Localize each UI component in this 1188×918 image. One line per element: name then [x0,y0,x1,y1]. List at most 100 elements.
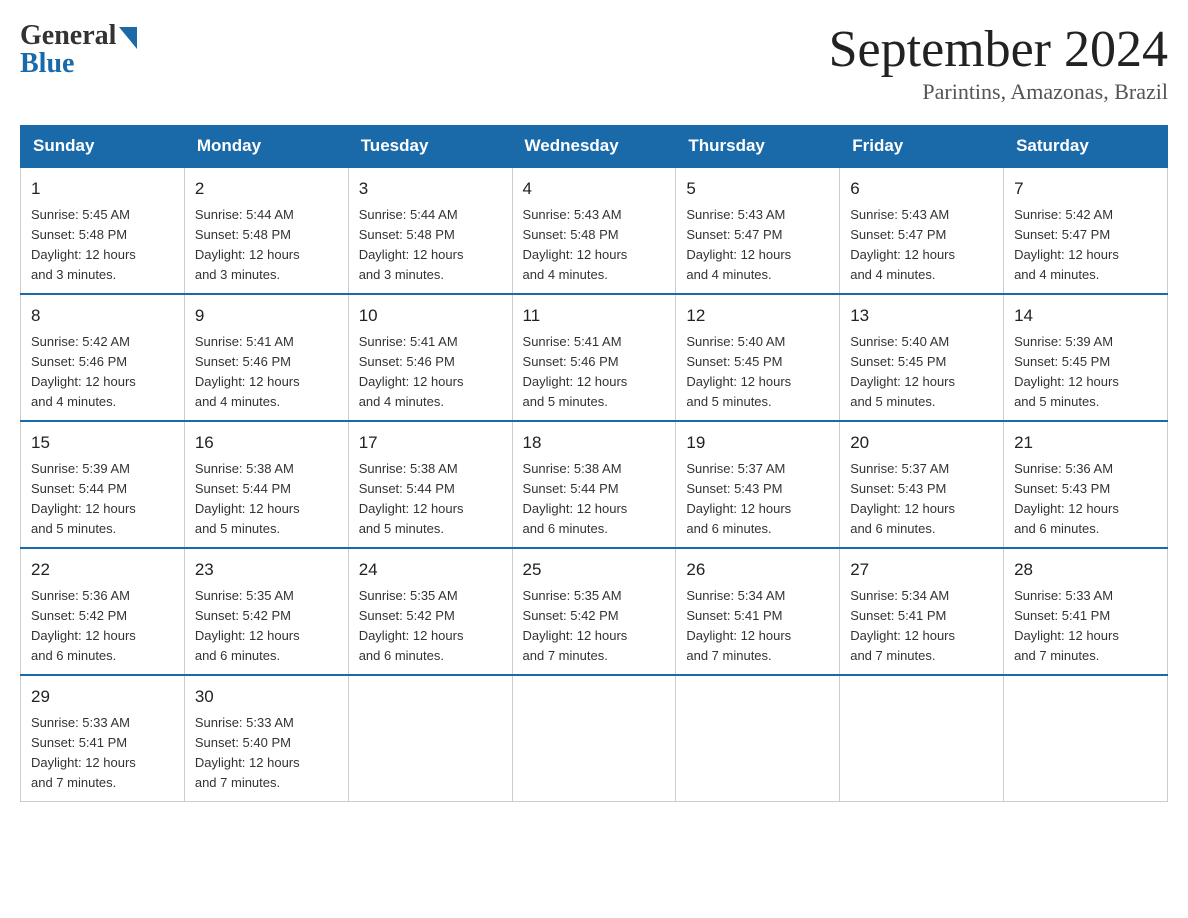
calendar-week-2: 8 Sunrise: 5:42 AMSunset: 5:46 PMDaylight… [21,294,1168,421]
calendar-cell: 17Sunrise: 5:38 AMSunset: 5:44 PMDayligh… [348,421,512,548]
calendar-cell [348,675,512,802]
day-info: Sunrise: 5:43 AMSunset: 5:47 PMDaylight:… [686,205,829,286]
day-info: Sunrise: 5:37 AMSunset: 5:43 PMDaylight:… [686,459,829,540]
calendar-cell: 9 Sunrise: 5:41 AMSunset: 5:46 PMDaylight… [184,294,348,421]
day-number: 12 [686,303,829,329]
day-number: 7 [1014,176,1157,202]
calendar-cell: 19 Sunrise: 5:37 AMSunset: 5:43 PMDayligh… [676,421,840,548]
day-info: Sunrise: 5:40 AMSunset: 5:45 PMDaylight:… [850,332,993,413]
day-info: Sunrise: 5:39 AMSunset: 5:45 PMDaylight:… [1014,332,1157,413]
calendar-cell: 25Sunrise: 5:35 AMSunset: 5:42 PMDayligh… [512,548,676,675]
day-info: Sunrise: 5:36 AMSunset: 5:42 PMDaylight:… [31,586,174,667]
day-number: 5 [686,176,829,202]
calendar-cell: 29Sunrise: 5:33 AMSunset: 5:41 PMDayligh… [21,675,185,802]
day-info: Sunrise: 5:38 AMSunset: 5:44 PMDaylight:… [359,459,502,540]
day-info: Sunrise: 5:42 AMSunset: 5:46 PMDaylight:… [31,332,174,413]
calendar-body: 1 Sunrise: 5:45 AMSunset: 5:48 PMDaylight… [21,167,1168,802]
calendar-cell: 20 Sunrise: 5:37 AMSunset: 5:43 PMDayligh… [840,421,1004,548]
day-info: Sunrise: 5:37 AMSunset: 5:43 PMDaylight:… [850,459,993,540]
header-tuesday: Tuesday [348,126,512,168]
day-number: 8 [31,303,174,329]
day-info: Sunrise: 5:43 AMSunset: 5:47 PMDaylight:… [850,205,993,286]
day-info: Sunrise: 5:44 AMSunset: 5:48 PMDaylight:… [359,205,502,286]
day-number: 6 [850,176,993,202]
day-info: Sunrise: 5:36 AMSunset: 5:43 PMDaylight:… [1014,459,1157,540]
calendar-cell: 8 Sunrise: 5:42 AMSunset: 5:46 PMDaylight… [21,294,185,421]
calendar-cell: 7 Sunrise: 5:42 AMSunset: 5:47 PMDaylight… [1004,167,1168,294]
calendar-cell: 1 Sunrise: 5:45 AMSunset: 5:48 PMDaylight… [21,167,185,294]
day-number: 16 [195,430,338,456]
day-number: 14 [1014,303,1157,329]
day-number: 2 [195,176,338,202]
calendar-cell: 28 Sunrise: 5:33 AMSunset: 5:41 PMDayligh… [1004,548,1168,675]
day-number: 28 [1014,557,1157,583]
calendar-cell: 2Sunrise: 5:44 AMSunset: 5:48 PMDaylight… [184,167,348,294]
calendar-cell: 16 Sunrise: 5:38 AMSunset: 5:44 PMDayligh… [184,421,348,548]
day-number: 27 [850,557,993,583]
header-sunday: Sunday [21,126,185,168]
day-number: 30 [195,684,338,710]
day-info: Sunrise: 5:33 AMSunset: 5:41 PMDaylight:… [1014,586,1157,667]
day-info: Sunrise: 5:34 AMSunset: 5:41 PMDaylight:… [686,586,829,667]
calendar-cell: 3Sunrise: 5:44 AMSunset: 5:48 PMDaylight… [348,167,512,294]
day-info: Sunrise: 5:42 AMSunset: 5:47 PMDaylight:… [1014,205,1157,286]
day-info: Sunrise: 5:34 AMSunset: 5:41 PMDaylight:… [850,586,993,667]
calendar-cell: 12Sunrise: 5:40 AMSunset: 5:45 PMDayligh… [676,294,840,421]
header-thursday: Thursday [676,126,840,168]
calendar-table: SundayMondayTuesdayWednesdayThursdayFrid… [20,125,1168,802]
calendar-cell: 4Sunrise: 5:43 AMSunset: 5:48 PMDaylight… [512,167,676,294]
location-title: Parintins, Amazonas, Brazil [829,79,1168,105]
day-number: 11 [523,303,666,329]
day-number: 13 [850,303,993,329]
day-number: 26 [686,557,829,583]
day-number: 1 [31,176,174,202]
calendar-week-1: 1 Sunrise: 5:45 AMSunset: 5:48 PMDaylight… [21,167,1168,294]
day-number: 18 [523,430,666,456]
day-info: Sunrise: 5:41 AMSunset: 5:46 PMDaylight:… [359,332,502,413]
header-friday: Friday [840,126,1004,168]
calendar-cell: 14 Sunrise: 5:39 AMSunset: 5:45 PMDayligh… [1004,294,1168,421]
day-number: 19 [686,430,829,456]
calendar-cell [676,675,840,802]
day-number: 29 [31,684,174,710]
page-header: General Blue September 2024 Parintins, A… [20,20,1168,105]
calendar-cell: 24 Sunrise: 5:35 AMSunset: 5:42 PMDayligh… [348,548,512,675]
calendar-header-row: SundayMondayTuesdayWednesdayThursdayFrid… [21,126,1168,168]
header-saturday: Saturday [1004,126,1168,168]
day-number: 24 [359,557,502,583]
logo-blue-text: Blue [20,48,74,80]
calendar-cell: 26 Sunrise: 5:34 AMSunset: 5:41 PMDayligh… [676,548,840,675]
day-info: Sunrise: 5:41 AMSunset: 5:46 PMDaylight:… [195,332,338,413]
month-title: September 2024 [829,20,1168,79]
day-info: Sunrise: 5:35 AMSunset: 5:42 PMDaylight:… [359,586,502,667]
day-info: Sunrise: 5:43 AMSunset: 5:48 PMDaylight:… [523,205,666,286]
day-number: 9 [195,303,338,329]
day-number: 25 [523,557,666,583]
calendar-cell: 18Sunrise: 5:38 AMSunset: 5:44 PMDayligh… [512,421,676,548]
logo: General Blue [20,20,137,80]
day-number: 20 [850,430,993,456]
calendar-cell: 22 Sunrise: 5:36 AMSunset: 5:42 PMDayligh… [21,548,185,675]
calendar-cell: 5 Sunrise: 5:43 AMSunset: 5:47 PMDaylight… [676,167,840,294]
calendar-week-3: 15Sunrise: 5:39 AMSunset: 5:44 PMDayligh… [21,421,1168,548]
day-info: Sunrise: 5:45 AMSunset: 5:48 PMDaylight:… [31,205,174,286]
day-info: Sunrise: 5:38 AMSunset: 5:44 PMDaylight:… [195,459,338,540]
calendar-cell: 27 Sunrise: 5:34 AMSunset: 5:41 PMDayligh… [840,548,1004,675]
day-info: Sunrise: 5:33 AMSunset: 5:40 PMDaylight:… [195,713,338,794]
calendar-cell: 13 Sunrise: 5:40 AMSunset: 5:45 PMDayligh… [840,294,1004,421]
day-info: Sunrise: 5:35 AMSunset: 5:42 PMDaylight:… [195,586,338,667]
calendar-week-5: 29Sunrise: 5:33 AMSunset: 5:41 PMDayligh… [21,675,1168,802]
calendar-cell [512,675,676,802]
calendar-cell: 23 Sunrise: 5:35 AMSunset: 5:42 PMDayligh… [184,548,348,675]
header-wednesday: Wednesday [512,126,676,168]
day-number: 21 [1014,430,1157,456]
calendar-cell: 6 Sunrise: 5:43 AMSunset: 5:47 PMDaylight… [840,167,1004,294]
calendar-cell: 11 Sunrise: 5:41 AMSunset: 5:46 PMDayligh… [512,294,676,421]
day-number: 10 [359,303,502,329]
day-number: 22 [31,557,174,583]
day-info: Sunrise: 5:41 AMSunset: 5:46 PMDaylight:… [523,332,666,413]
day-number: 23 [195,557,338,583]
calendar-week-4: 22 Sunrise: 5:36 AMSunset: 5:42 PMDayligh… [21,548,1168,675]
calendar-cell: 30 Sunrise: 5:33 AMSunset: 5:40 PMDayligh… [184,675,348,802]
header-monday: Monday [184,126,348,168]
